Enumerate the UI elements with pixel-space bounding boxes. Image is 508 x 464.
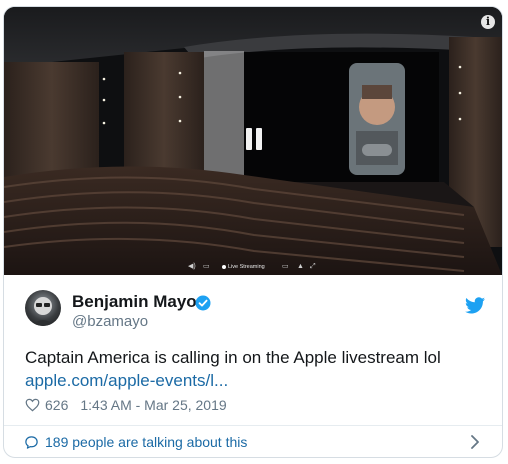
heart-icon[interactable] <box>25 398 40 412</box>
display-name[interactable]: Benjamin Mayo <box>72 292 197 312</box>
tweet-meta: 626 1:43 AM - Mar 25, 2019 <box>25 396 227 414</box>
tweet-link[interactable]: apple.com/apple-events/l... <box>25 371 228 391</box>
picture-in-picture-icon[interactable]: ▭ <box>282 262 289 272</box>
twitter-bird-icon[interactable] <box>465 297 485 314</box>
user-handle[interactable]: @bzamayo <box>72 313 148 330</box>
player-controls: ◀) ▭ Live Streaming ▭ ▲ ⤢ <box>4 261 502 275</box>
chat-bubble-icon <box>25 436 38 449</box>
chevron-right-icon[interactable] <box>470 435 480 449</box>
verified-icon <box>195 295 211 311</box>
volume-icon[interactable]: ◀) <box>188 262 196 272</box>
tweet-timestamp[interactable]: 1:43 AM - Mar 25, 2019 <box>80 397 226 413</box>
avatar-face-icon <box>31 297 55 326</box>
video-player[interactable]: i ◀) ▭ Live Streaming ▭ ▲ ⤢ <box>4 7 502 275</box>
talking-count-text[interactable]: 189 people are talking about this <box>45 434 247 450</box>
embedded-tweet-card: i ◀) ▭ Live Streaming ▭ ▲ ⤢ Benjamin May… <box>3 6 503 458</box>
pause-icon[interactable] <box>244 128 264 152</box>
info-icon[interactable]: i <box>481 15 495 29</box>
fullscreen-icon[interactable]: ⤢ <box>310 262 316 272</box>
tweet-text: Captain America is calling in on the App… <box>25 348 441 367</box>
like-count[interactable]: 626 <box>45 397 68 413</box>
airplay-icon[interactable]: ▲ <box>297 262 304 272</box>
live-streaming-label: Live Streaming <box>228 264 265 270</box>
conversation-link[interactable]: 189 people are talking about this <box>4 426 502 457</box>
live-indicator-dot <box>222 265 226 269</box>
avatar[interactable] <box>25 290 61 326</box>
captions-icon[interactable]: ▭ <box>203 262 210 272</box>
